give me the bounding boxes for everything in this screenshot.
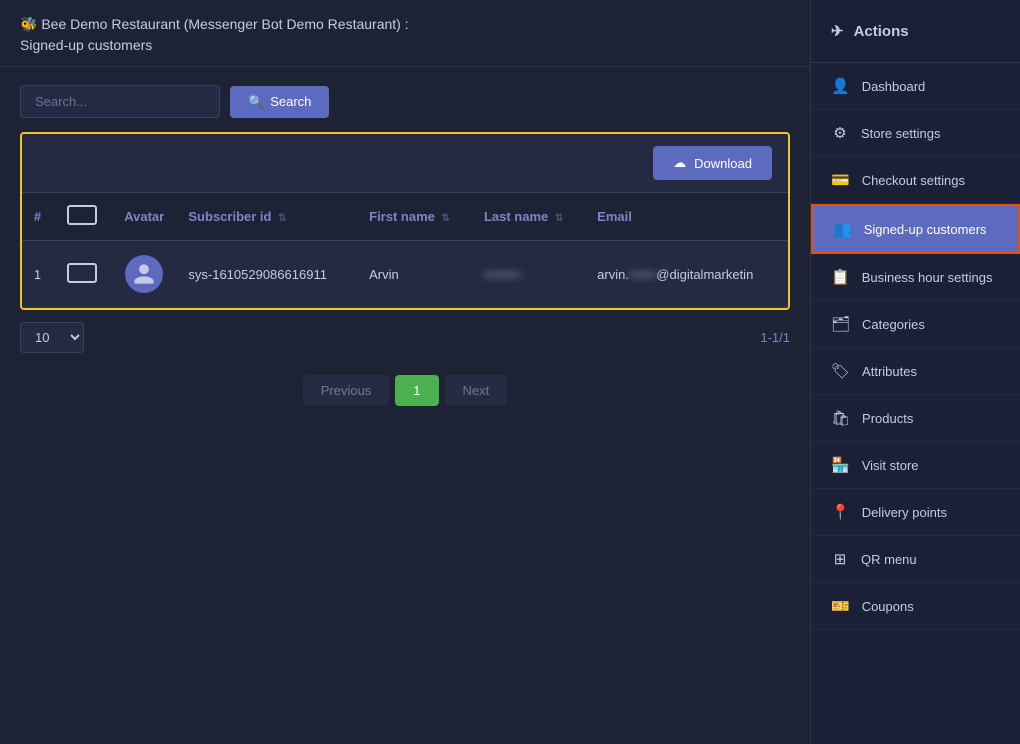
sidebar-item-label: Visit store bbox=[862, 458, 919, 473]
sidebar-item-label: Delivery points bbox=[862, 505, 947, 520]
sidebar-item-delivery-points[interactable]: 📍 Delivery points bbox=[811, 489, 1020, 536]
row-email-domain: @digitalmarketin bbox=[656, 267, 753, 282]
per-page-selector: 10 25 50 100 bbox=[20, 322, 84, 353]
col-subscriber-id: Subscriber id ⇅ bbox=[178, 193, 359, 241]
sidebar-item-qr-menu[interactable]: ⊞ QR menu bbox=[811, 536, 1020, 583]
sidebar-item-attributes[interactable]: 🏷 Attributes bbox=[811, 348, 1020, 395]
categories-icon: 🗂 bbox=[831, 315, 850, 333]
sidebar-item-label: Dashboard bbox=[862, 79, 926, 94]
delivery-points-icon: 📍 bbox=[831, 503, 850, 521]
sidebar: ✈ Actions 👤 Dashboard ⚙ Store settings 💳… bbox=[810, 0, 1020, 744]
col-last-name: Last name ⇅ bbox=[474, 193, 587, 241]
col-email: Email bbox=[587, 193, 788, 241]
page-1-button[interactable]: 1 bbox=[395, 375, 438, 406]
sidebar-item-signed-up-customers[interactable]: 👥 Signed-up customers bbox=[811, 204, 1020, 254]
user-icon bbox=[132, 262, 156, 286]
coupons-icon: 🎫 bbox=[831, 597, 850, 615]
prev-button[interactable]: Previous bbox=[303, 375, 390, 406]
sidebar-item-store-settings[interactable]: ⚙ Store settings bbox=[811, 110, 1020, 157]
sidebar-item-label: Signed-up customers bbox=[864, 222, 987, 237]
sidebar-item-label: Coupons bbox=[862, 599, 914, 614]
search-button-label: Search bbox=[270, 94, 311, 109]
pagination-buttons: Previous 1 Next bbox=[0, 365, 810, 426]
row-checkbox-cell bbox=[53, 241, 110, 308]
row-last-name-blurred: •••••••• bbox=[484, 267, 520, 282]
search-icon: 🔍 bbox=[248, 94, 264, 110]
row-avatar bbox=[110, 241, 178, 308]
download-button[interactable]: ☁ Download bbox=[653, 146, 772, 180]
row-email-prefix: arvin. bbox=[597, 267, 629, 282]
sidebar-actions-header: ✈ Actions bbox=[811, 0, 1020, 63]
actions-icon: ✈ bbox=[831, 22, 844, 40]
sidebar-item-label: Business hour settings bbox=[862, 270, 993, 285]
avatar bbox=[125, 255, 163, 293]
table-toolbar: ☁ Download bbox=[22, 134, 788, 192]
customers-table: # Avatar Subscriber id ⇅ First name ⇅ La… bbox=[22, 192, 788, 308]
store-settings-icon: ⚙ bbox=[831, 124, 849, 142]
sidebar-item-label: Attributes bbox=[862, 364, 917, 379]
download-icon: ☁ bbox=[673, 155, 686, 171]
row-email-blurred: •••••• bbox=[629, 267, 656, 282]
search-button[interactable]: 🔍 Search bbox=[230, 86, 329, 118]
dashboard-icon: 👤 bbox=[831, 77, 850, 95]
row-num: 1 bbox=[22, 241, 53, 308]
pagination-area: 10 25 50 100 1-1/1 bbox=[0, 310, 810, 365]
row-email: arvin.••••••@digitalmarketin bbox=[587, 241, 788, 308]
store-name-text: Bee Demo Restaurant (Messenger Bot Demo … bbox=[41, 16, 408, 32]
row-subscriber-id: sys-1610529086616911 bbox=[178, 241, 359, 308]
store-name: 🐝 bbox=[20, 16, 37, 32]
checkout-settings-icon: 💳 bbox=[831, 171, 850, 189]
col-first-name: First name ⇅ bbox=[359, 193, 474, 241]
table-container: ☁ Download # Avatar Subscriber id ⇅ Firs… bbox=[20, 132, 790, 310]
row-last-name: •••••••• bbox=[474, 241, 587, 308]
visit-store-icon: 🏪 bbox=[831, 456, 850, 474]
col-num: # bbox=[22, 193, 53, 241]
search-bar: 🔍 Search bbox=[0, 67, 810, 132]
sidebar-item-label: QR menu bbox=[861, 552, 917, 567]
sidebar-item-products[interactable]: 🛍 Products bbox=[811, 395, 1020, 442]
sidebar-item-business-hour-settings[interactable]: 📋 Business hour settings bbox=[811, 254, 1020, 301]
table-row: 1 sys-1610529086616911 Arvin bbox=[22, 241, 788, 308]
attributes-icon: 🏷 bbox=[831, 362, 850, 380]
select-all-checkbox[interactable] bbox=[67, 205, 97, 225]
page-name: Signed-up customers bbox=[20, 35, 790, 56]
per-page-select[interactable]: 10 25 50 100 bbox=[20, 322, 84, 353]
sidebar-item-visit-store[interactable]: 🏪 Visit store bbox=[811, 442, 1020, 489]
business-hour-icon: 📋 bbox=[831, 268, 850, 286]
table-header-row: # Avatar Subscriber id ⇅ First name ⇅ La… bbox=[22, 193, 788, 241]
page-header-title: 🐝 Bee Demo Restaurant (Messenger Bot Dem… bbox=[20, 14, 790, 56]
sidebar-item-categories[interactable]: 🗂 Categories bbox=[811, 301, 1020, 348]
row-checkbox[interactable] bbox=[67, 263, 97, 283]
sidebar-item-checkout-settings[interactable]: 💳 Checkout settings bbox=[811, 157, 1020, 204]
col-avatar: Avatar bbox=[110, 193, 178, 241]
download-label: Download bbox=[694, 156, 752, 171]
products-icon: 🛍 bbox=[831, 409, 850, 427]
search-input[interactable] bbox=[20, 85, 220, 118]
pagination-info: 1-1/1 bbox=[760, 330, 790, 345]
page-header: 🐝 Bee Demo Restaurant (Messenger Bot Dem… bbox=[0, 0, 810, 67]
sidebar-item-dashboard[interactable]: 👤 Dashboard bbox=[811, 63, 1020, 110]
actions-label: Actions bbox=[854, 23, 909, 40]
sidebar-item-label: Categories bbox=[862, 317, 925, 332]
sidebar-item-coupons[interactable]: 🎫 Coupons bbox=[811, 583, 1020, 630]
sidebar-item-label: Products bbox=[862, 411, 913, 426]
col-checkbox bbox=[53, 193, 110, 241]
qr-menu-icon: ⊞ bbox=[831, 550, 849, 568]
signed-up-customers-icon: 👥 bbox=[833, 220, 852, 238]
main-area: 🐝 Bee Demo Restaurant (Messenger Bot Dem… bbox=[0, 0, 810, 744]
next-button[interactable]: Next bbox=[445, 375, 508, 406]
row-first-name: Arvin bbox=[359, 241, 474, 308]
sidebar-item-label: Store settings bbox=[861, 126, 941, 141]
sidebar-item-label: Checkout settings bbox=[862, 173, 965, 188]
